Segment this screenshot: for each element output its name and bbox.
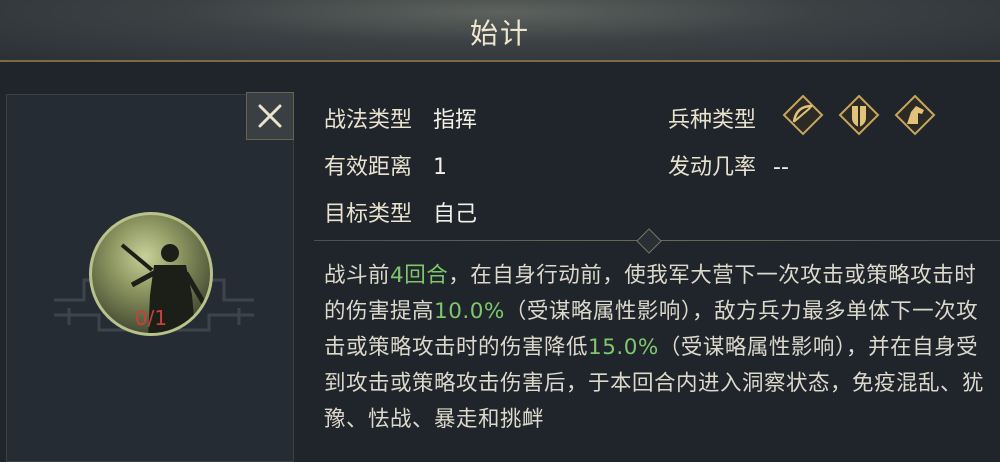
range-row: 有效距离 1 bbox=[324, 149, 447, 181]
desc-text-1: 战斗前 bbox=[324, 263, 391, 288]
target-value: 自己 bbox=[433, 202, 478, 227]
close-icon bbox=[258, 104, 282, 128]
desc-highlight-damage-down: 15.0% bbox=[588, 335, 659, 360]
desc-highlight-rounds: 4回合 bbox=[390, 263, 449, 288]
skill-type-value: 指挥 bbox=[433, 108, 478, 133]
range-label: 有效距离 bbox=[324, 155, 413, 180]
trigger-rate-row: 发动几率 -- bbox=[668, 149, 789, 181]
skill-type-label: 战法类型 bbox=[324, 108, 413, 133]
troop-type-label: 兵种类型 bbox=[668, 108, 757, 133]
troop-type-row: 兵种类型 bbox=[668, 102, 756, 134]
page-title: 始计 bbox=[469, 17, 530, 50]
target-row: 目标类型 自己 bbox=[324, 196, 477, 228]
usage-count: 0/1 bbox=[134, 306, 168, 330]
target-label: 目标类型 bbox=[324, 202, 413, 227]
skill-description: 战斗前4回合，在自身行动前，使我军大营下一次攻击或策略攻击时的伤害提高10.0%… bbox=[324, 258, 992, 438]
bow-cavalry-icon bbox=[782, 94, 824, 136]
range-value: 1 bbox=[433, 155, 448, 180]
trigger-rate-label: 发动几率 bbox=[668, 155, 757, 180]
horse-cavalry-icon bbox=[894, 94, 936, 136]
divider-ornament bbox=[636, 228, 662, 254]
trigger-rate-value: -- bbox=[773, 155, 789, 180]
close-button[interactable] bbox=[246, 92, 294, 140]
title-bar: 始计 bbox=[0, 0, 1000, 62]
skill-type-row: 战法类型 指挥 bbox=[324, 102, 477, 134]
desc-highlight-damage-up: 10.0% bbox=[434, 299, 505, 324]
shield-infantry-icon bbox=[838, 94, 880, 136]
